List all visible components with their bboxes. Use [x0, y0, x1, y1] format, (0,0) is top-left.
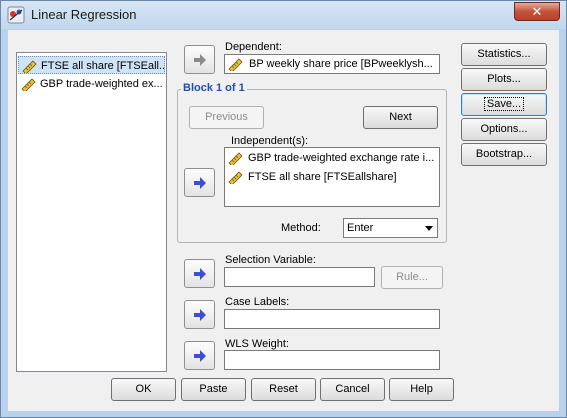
ok-button[interactable]: OK — [111, 378, 176, 401]
chevron-down-icon — [425, 226, 433, 231]
help-label: Help — [410, 383, 433, 395]
move-to-independents-button[interactable] — [184, 168, 215, 197]
move-to-dependent-button[interactable] — [184, 45, 215, 74]
case-labels-label: Case Labels: — [225, 296, 290, 308]
selection-variable-field[interactable] — [224, 267, 375, 287]
source-variable-list[interactable]: FTSE all share [FTSEall... GBP trade-wei… — [16, 52, 167, 372]
scale-ruler-icon — [21, 78, 36, 91]
independents-label: Independent(s): — [231, 135, 309, 147]
arrow-right-icon — [194, 177, 206, 189]
paste-label: Paste — [199, 383, 228, 395]
list-item[interactable]: GBP trade-weighted exchange rate i... — [225, 149, 439, 167]
reset-button[interactable]: Reset — [251, 378, 316, 401]
method-value: Enter — [347, 222, 374, 234]
close-button[interactable]: ✕ — [514, 2, 560, 21]
rule-button[interactable]: Rule... — [381, 266, 443, 289]
scale-ruler-icon — [228, 171, 243, 184]
statistics-button[interactable]: Statistics... — [461, 43, 547, 66]
help-button[interactable]: Help — [389, 378, 454, 401]
previous-button[interactable]: Previous — [189, 106, 264, 129]
scale-ruler-icon — [228, 58, 243, 71]
block-title: Block 1 of 1 — [181, 82, 247, 94]
wls-weight-label: WLS Weight: — [225, 338, 289, 350]
next-button[interactable]: Next — [363, 106, 438, 129]
window-title: Linear Regression — [31, 7, 137, 22]
variable-label: GBP trade-weighted ex... — [40, 78, 163, 90]
move-to-selection-variable-button[interactable] — [184, 259, 215, 288]
options-label: Options... — [480, 123, 528, 135]
dependent-value: BP weekly share price [BPweeklysh... — [249, 58, 433, 70]
rule-label: Rule... — [396, 271, 428, 283]
bootstrap-label: Bootstrap... — [475, 148, 533, 160]
options-button[interactable]: Options... — [461, 118, 547, 141]
save-button[interactable]: Save... — [461, 93, 547, 116]
title-bar[interactable]: Linear Regression ✕ — [1, 1, 566, 29]
scale-ruler-icon — [22, 60, 37, 73]
next-label: Next — [389, 111, 412, 123]
selection-variable-label: Selection Variable: — [225, 254, 316, 266]
arrow-right-icon — [194, 54, 206, 66]
list-item[interactable]: FTSE all share [FTSEall... — [18, 56, 165, 74]
plots-label: Plots... — [487, 73, 521, 85]
bootstrap-button[interactable]: Bootstrap... — [461, 143, 547, 166]
dependent-field[interactable]: BP weekly share price [BPweeklysh... — [224, 54, 440, 74]
spss-app-icon — [7, 6, 25, 24]
independent-variable-label: FTSE all share [FTSEallshare] — [248, 171, 397, 183]
reset-label: Reset — [269, 383, 298, 395]
ok-label: OK — [135, 383, 152, 395]
dependent-label: Dependent: — [225, 41, 282, 53]
plots-button[interactable]: Plots... — [461, 68, 547, 91]
save-label: Save... — [483, 97, 525, 111]
arrow-right-icon — [194, 309, 206, 321]
statistics-label: Statistics... — [477, 48, 531, 60]
case-labels-field[interactable] — [224, 309, 440, 329]
method-label: Method: — [281, 222, 321, 234]
list-item[interactable]: FTSE all share [FTSEallshare] — [225, 168, 439, 186]
independent-variable-label: GBP trade-weighted exchange rate i... — [248, 152, 435, 164]
cancel-label: Cancel — [335, 383, 370, 395]
paste-button[interactable]: Paste — [181, 378, 246, 401]
arrow-right-icon — [194, 350, 206, 362]
scale-ruler-icon — [228, 152, 243, 165]
previous-label: Previous — [205, 111, 248, 123]
independents-list[interactable]: GBP trade-weighted exchange rate i... FT… — [224, 147, 440, 207]
list-item[interactable]: GBP trade-weighted ex... — [18, 75, 165, 93]
move-to-wls-weight-button[interactable] — [184, 341, 215, 370]
close-icon: ✕ — [531, 4, 543, 19]
method-select[interactable]: Enter — [343, 218, 438, 238]
move-to-case-labels-button[interactable] — [184, 300, 215, 329]
wls-weight-field[interactable] — [224, 350, 440, 370]
variable-label: FTSE all share [FTSEall... — [41, 60, 165, 72]
cancel-button[interactable]: Cancel — [320, 378, 385, 401]
arrow-right-icon — [194, 268, 206, 280]
